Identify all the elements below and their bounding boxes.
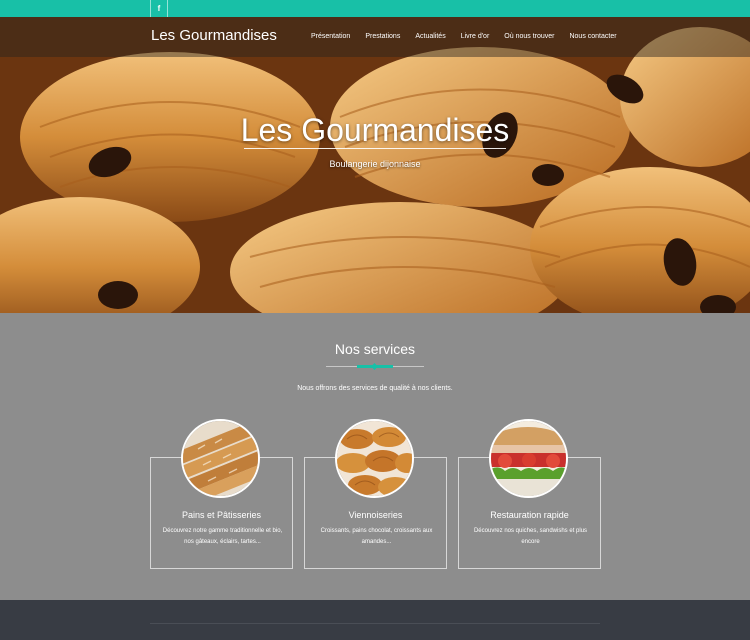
- services-section: Nos services Nous offrons des services d…: [0, 313, 750, 600]
- service-card-description: Découvrez nos quiches, sandwishs et plus…: [473, 528, 588, 545]
- title-divider: [326, 362, 424, 371]
- nav-item-actualites[interactable]: Actualités: [415, 33, 445, 40]
- bread-image: [181, 419, 260, 498]
- croissant-image: [335, 419, 414, 498]
- service-card-description: Croissants, pains chocolat, croissants a…: [320, 528, 433, 545]
- hero-banner: Les Gourmandises Présentation Prestation…: [0, 17, 750, 313]
- nav-item-livre-dor[interactable]: Livre d'or: [461, 33, 490, 40]
- hero-title: Les Gourmandises: [240, 112, 510, 148]
- footer-divider: [150, 623, 600, 624]
- page-footer: [0, 600, 750, 640]
- hero-underline: [244, 148, 506, 149]
- nav-menu: Présentation Prestations Actualités Livr…: [311, 33, 632, 40]
- nav-item-prestations[interactable]: Prestations: [365, 33, 400, 40]
- nav-item-ou-nous-trouver[interactable]: Où nous trouver: [504, 33, 554, 40]
- services-intro: Nous offrons des services de qualité à n…: [297, 385, 453, 392]
- nav-item-nous-contacter[interactable]: Nous contacter: [569, 33, 616, 40]
- service-card-description: Découvrez notre gamme traditionnelle et …: [162, 528, 283, 545]
- brand-logo[interactable]: Les Gourmandises: [151, 27, 277, 44]
- facebook-icon[interactable]: f: [150, 0, 168, 17]
- sandwich-image: [489, 419, 568, 498]
- top-bar: f: [0, 0, 750, 17]
- hero-subtitle: Boulangerie dijonnaise: [329, 159, 421, 169]
- main-navbar: Les Gourmandises Présentation Prestation…: [0, 17, 750, 57]
- services-title: Nos services: [334, 341, 416, 357]
- service-card-title: Pains et Pâtisseries: [181, 510, 262, 520]
- service-card-title: Viennoiseries: [348, 510, 403, 520]
- service-card-title: Restauration rapide: [490, 510, 569, 520]
- nav-item-presentation[interactable]: Présentation: [311, 33, 350, 40]
